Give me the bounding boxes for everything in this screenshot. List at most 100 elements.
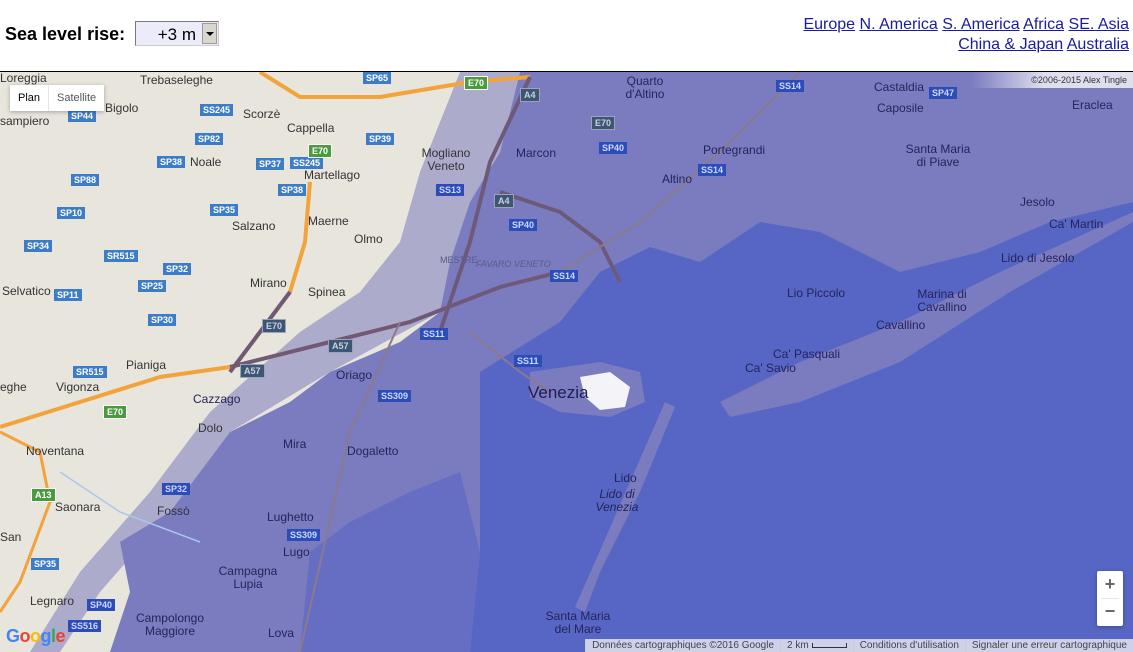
road-shield: SP34	[24, 240, 53, 252]
road-shield: A4	[520, 88, 540, 102]
place-label: Castaldia	[874, 80, 925, 94]
logo-letter: o	[19, 626, 31, 646]
region-link-n-america[interactable]: N. America	[860, 16, 938, 33]
road-shield: SP11	[54, 289, 82, 301]
map-type-satellite-button[interactable]: Satellite	[48, 85, 104, 111]
region-link-se-asia[interactable]: SE. Asia	[1069, 16, 1129, 33]
road-shield: E70	[262, 319, 287, 333]
sea-level-label: Sea level rise:	[5, 24, 126, 44]
road-shield: SS11	[514, 355, 542, 367]
road-shield: SP37	[256, 158, 285, 170]
region-link-australia[interactable]: Australia	[1067, 36, 1129, 53]
place-label: Santa Maria di Piave	[905, 142, 971, 169]
road-shield: SP25	[138, 280, 167, 292]
place-label: Vigonza	[56, 380, 100, 394]
road-shield: SP32	[163, 263, 192, 275]
place-label: Dogaletto	[347, 444, 399, 458]
road-shield: SR515	[73, 366, 107, 378]
place-label: Legnaro	[30, 594, 75, 608]
road-shield: SS14	[698, 164, 727, 176]
map-footer: Données cartographiques ©2016 Google 2 k…	[585, 639, 1133, 652]
place-label: Jesolo	[1020, 195, 1055, 209]
place-label: Noventana	[26, 444, 85, 458]
road-shield: E70	[464, 76, 489, 90]
road-shield: SP10	[57, 207, 86, 219]
place-label: Campagna Lupia	[218, 564, 278, 591]
place-label: Dolo	[198, 421, 223, 435]
region-link-europe[interactable]: Europe	[803, 16, 855, 33]
place-label-venezia: Venezia	[528, 383, 589, 402]
logo-letter: o	[30, 626, 41, 646]
road-shield: SP40	[87, 599, 116, 611]
place-label: San	[0, 530, 22, 544]
place-label: Pianiga	[126, 358, 167, 372]
logo-letter: g	[40, 626, 52, 646]
road-shield: E70	[591, 116, 616, 130]
zoom-divider	[1101, 598, 1119, 599]
place-label: Mogliano Veneto	[421, 146, 471, 173]
zoom-in-button[interactable]: +	[1097, 571, 1123, 598]
scale-bar	[811, 642, 847, 648]
place-label: Maerne	[308, 214, 349, 228]
scale-control[interactable]: 2 km	[780, 639, 853, 652]
road-shield: SP88	[71, 174, 100, 186]
road-shield: SS516	[68, 620, 102, 632]
terms-link[interactable]: Conditions d'utilisation	[852, 639, 965, 652]
road-shield: A13	[31, 488, 56, 502]
place-label: Quarto d'Altino	[625, 74, 665, 101]
place-label: Caposile	[877, 101, 924, 115]
place-label: Eraclea	[1072, 98, 1113, 112]
road-shield: SP35	[31, 558, 60, 570]
place-label: eghe	[0, 380, 27, 394]
road-shield: SP30	[148, 314, 177, 326]
logo-letter: e	[55, 626, 66, 646]
road-shield: A57	[240, 364, 265, 378]
place-label: Lugo	[283, 545, 310, 559]
logo-letter: G	[6, 626, 20, 646]
region-link-africa[interactable]: Africa	[1023, 16, 1064, 33]
region-links: Europe N. America S. America Africa SE. …	[803, 15, 1129, 55]
road-shield: E70	[308, 144, 333, 158]
road-shield: SP44	[68, 110, 97, 122]
road-shield: SP47	[929, 87, 958, 99]
google-logo[interactable]: Google	[6, 626, 66, 647]
road-shield: SP82	[195, 133, 224, 145]
place-label: MESTRE	[440, 255, 478, 265]
place-label: Santa Maria del Mare	[545, 609, 611, 636]
map-canvas[interactable]: Loreggia Trebaseleghe Bigolo sampiero Sc…	[0, 71, 1133, 652]
place-label: Oriago	[336, 368, 373, 382]
zoom-out-button[interactable]: −	[1097, 598, 1123, 625]
place-label: Saonara	[55, 500, 101, 514]
road-shield: SS309	[378, 390, 412, 402]
place-label: Salzano	[232, 219, 276, 233]
place-label: Marcon	[516, 146, 557, 160]
chevron-down-icon[interactable]	[202, 23, 217, 44]
road-shield: SP65	[363, 72, 392, 84]
place-label: Mirano	[250, 276, 287, 290]
place-label: Cazzago	[193, 392, 241, 406]
sea-level-select[interactable]: +3 m	[135, 21, 219, 46]
region-link-s-america[interactable]: S. America	[942, 16, 1019, 33]
road-shield: SP35	[210, 204, 239, 216]
place-label: Fossò	[157, 504, 190, 518]
region-link-china-japan[interactable]: China & Japan	[958, 36, 1063, 53]
place-label: Selvatico	[2, 284, 51, 298]
place-label: Cappella	[287, 121, 335, 135]
place-label: Cavallino	[876, 318, 926, 332]
place-label: Mira	[283, 437, 307, 451]
report-error-link[interactable]: Signaler une erreur cartographique	[964, 639, 1133, 652]
place-label: sampiero	[0, 114, 50, 128]
map-type-control: Plan Satellite	[10, 85, 105, 111]
place-label: Scorzè	[243, 107, 281, 121]
road-shield: SS14	[550, 270, 579, 282]
road-shield: SP38	[278, 184, 307, 196]
place-label: Ca' Savio	[745, 361, 796, 375]
road-shield: A57	[328, 339, 353, 353]
road-shield: SS14	[776, 80, 805, 92]
place-label: Lido di Jesolo	[1001, 251, 1075, 265]
map-type-plan-button[interactable]: Plan	[10, 85, 48, 111]
place-label: Lio Piccolo	[787, 286, 846, 300]
place-label: Lova	[268, 626, 295, 640]
place-label: Martellago	[304, 168, 361, 182]
road-shield: SS11	[420, 328, 448, 340]
